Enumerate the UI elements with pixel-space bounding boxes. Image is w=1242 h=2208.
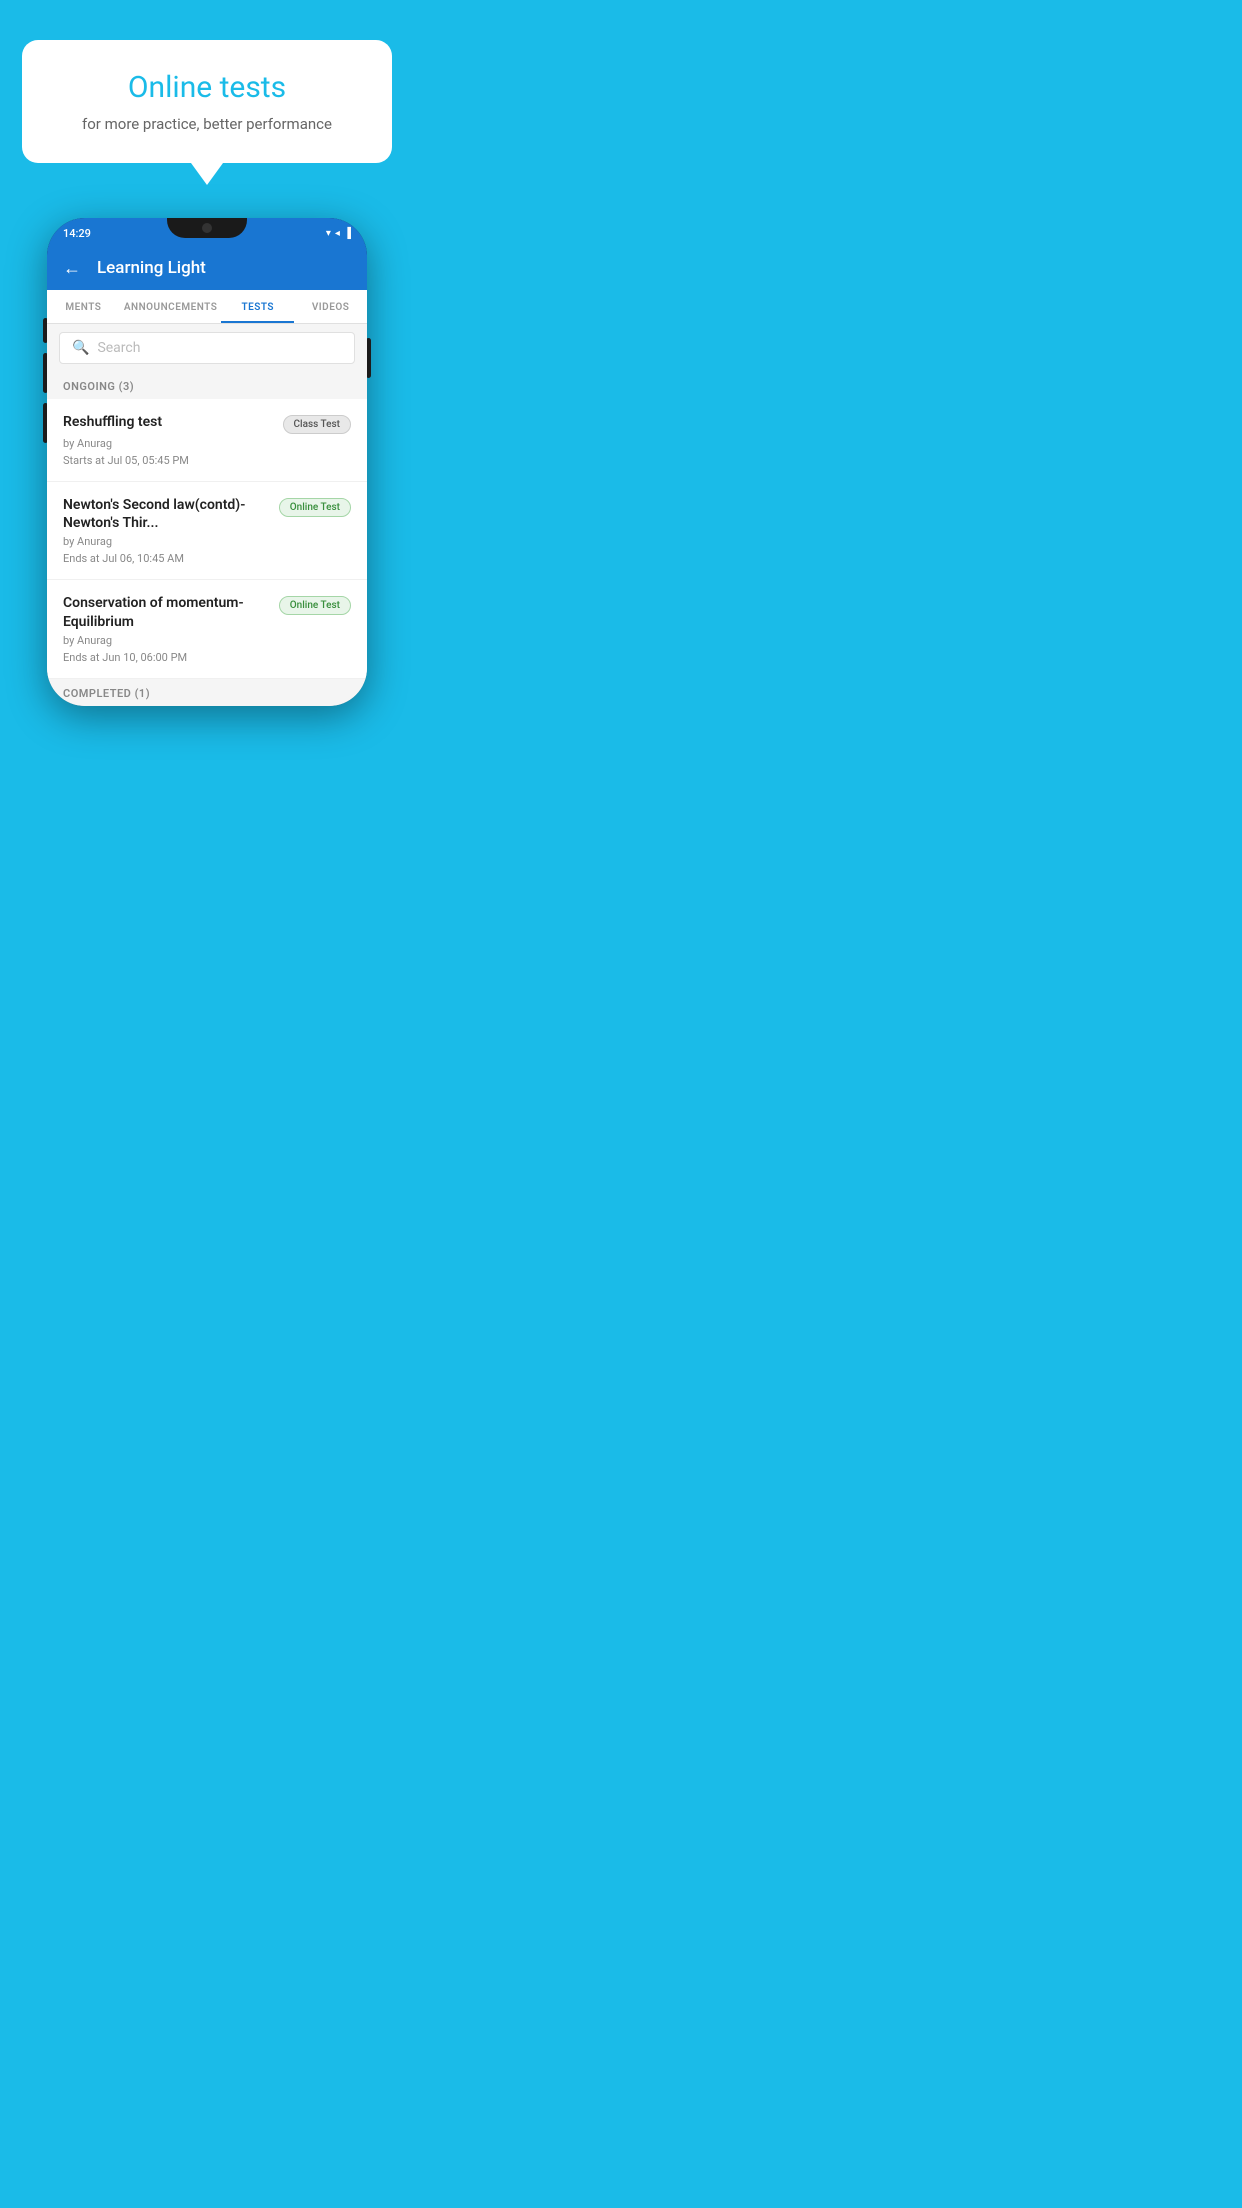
tab-tests[interactable]: TESTS bbox=[221, 290, 294, 323]
test-author: by Anurag bbox=[63, 634, 351, 647]
test-name: Conservation of momentum-Equilibrium bbox=[63, 594, 271, 630]
search-input-wrapper[interactable]: 🔍 Search bbox=[59, 332, 355, 364]
battery-icon: ▐ bbox=[344, 228, 351, 239]
tab-announcements[interactable]: ANNOUNCEMENTS bbox=[120, 290, 222, 323]
search-icon: 🔍 bbox=[72, 340, 89, 356]
test-card-row: Newton's Second law(contd)-Newton's Thir… bbox=[63, 496, 351, 532]
test-card-row: Reshuffling test Class Test bbox=[63, 413, 351, 434]
completed-section-header: COMPLETED (1) bbox=[47, 679, 367, 706]
test-author: by Anurag bbox=[63, 437, 351, 450]
test-author: by Anurag bbox=[63, 535, 351, 548]
test-badge: Online Test bbox=[279, 498, 351, 517]
notch bbox=[167, 218, 247, 238]
test-time: Ends at Jul 06, 10:45 AM bbox=[63, 552, 351, 565]
content-area: ONGOING (3) Reshuffling test Class Test … bbox=[47, 372, 367, 706]
test-card[interactable]: Newton's Second law(contd)-Newton's Thir… bbox=[47, 482, 367, 580]
back-button[interactable]: ← bbox=[63, 258, 81, 279]
test-card[interactable]: Reshuffling test Class Test by Anurag St… bbox=[47, 399, 367, 482]
status-time: 14:29 bbox=[63, 227, 91, 240]
test-badge: Class Test bbox=[283, 415, 351, 434]
test-card[interactable]: Conservation of momentum-Equilibrium Onl… bbox=[47, 580, 367, 678]
test-time: Ends at Jun 10, 06:00 PM bbox=[63, 651, 351, 664]
speech-bubble-title: Online tests bbox=[62, 70, 352, 105]
ongoing-section-header: ONGOING (3) bbox=[47, 372, 367, 399]
wifi-icon: ▾ bbox=[326, 228, 331, 239]
search-bar: 🔍 Search bbox=[47, 324, 367, 372]
test-name: Reshuffling test bbox=[63, 413, 275, 431]
test-badge: Online Test bbox=[279, 596, 351, 615]
speech-bubble: Online tests for more practice, better p… bbox=[22, 40, 392, 163]
app-title: Learning Light bbox=[97, 258, 206, 278]
search-input[interactable]: Search bbox=[97, 340, 140, 356]
test-time: Starts at Jul 05, 05:45 PM bbox=[63, 454, 351, 467]
app-header: ← Learning Light bbox=[47, 246, 367, 290]
phone-wrapper: 14:29 ▾ ◂ ▐ ← Learning Light MENTS ANNOU… bbox=[47, 218, 367, 706]
phone-frame: 14:29 ▾ ◂ ▐ ← Learning Light MENTS ANNOU… bbox=[47, 218, 367, 706]
speech-bubble-area: Online tests for more practice, better p… bbox=[0, 0, 414, 163]
signal-icon: ◂ bbox=[335, 228, 340, 239]
status-icons: ▾ ◂ ▐ bbox=[326, 228, 351, 239]
speech-bubble-subtitle: for more practice, better performance bbox=[62, 115, 352, 133]
camera bbox=[202, 223, 212, 233]
tab-ments[interactable]: MENTS bbox=[47, 290, 120, 323]
test-name: Newton's Second law(contd)-Newton's Thir… bbox=[63, 496, 271, 532]
tab-videos[interactable]: VIDEOS bbox=[294, 290, 367, 323]
test-card-row: Conservation of momentum-Equilibrium Onl… bbox=[63, 594, 351, 630]
tabs: MENTS ANNOUNCEMENTS TESTS VIDEOS bbox=[47, 290, 367, 324]
